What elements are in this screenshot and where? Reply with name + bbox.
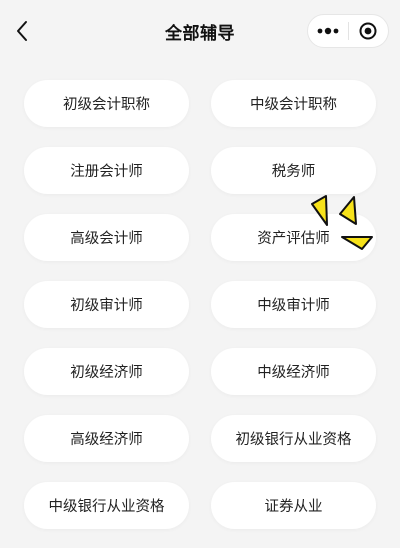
close-button[interactable] <box>349 15 389 47</box>
course-button[interactable]: 中级银行从业资格 <box>24 482 189 529</box>
course-button[interactable]: 中级审计师 <box>211 281 376 328</box>
more-dots-icon <box>317 27 339 35</box>
course-button[interactable]: 初级审计师 <box>24 281 189 328</box>
course-button[interactable]: 证券从业 <box>211 482 376 529</box>
course-button[interactable]: 高级会计师 <box>24 214 189 261</box>
course-button[interactable]: 注册会计师 <box>24 147 189 194</box>
course-button[interactable]: 中级经济师 <box>211 348 376 395</box>
course-grid: 初级会计职称 中级会计职称 注册会计师 税务师 高级会计师 资产评估师 初级审计… <box>24 80 376 529</box>
page: 全部辅导 初级会计职称 中级会计职称 注册会计师 税务师 高级会计师 资产评估师… <box>0 0 400 548</box>
course-button[interactable]: 初级经济师 <box>24 348 189 395</box>
course-button[interactable]: 中级会计职称 <box>211 80 376 127</box>
course-button[interactable]: 初级会计职称 <box>24 80 189 127</box>
course-button[interactable]: 资产评估师 <box>211 214 376 261</box>
course-button[interactable]: 税务师 <box>211 147 376 194</box>
course-button[interactable]: 初级银行从业资格 <box>211 415 376 462</box>
nav-bar: 全部辅导 <box>0 0 400 62</box>
more-button[interactable] <box>308 15 348 47</box>
course-button[interactable]: 高级经济师 <box>24 415 189 462</box>
target-close-icon <box>359 22 377 40</box>
menu-capsule <box>307 14 389 48</box>
